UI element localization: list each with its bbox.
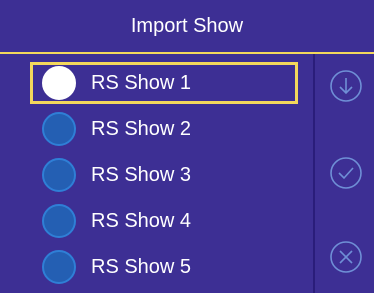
show-label: RS Show 4	[91, 209, 192, 232]
confirm-button[interactable]	[329, 156, 363, 190]
cancel-button[interactable]	[329, 240, 363, 274]
dialog-header: Import Show	[0, 0, 374, 54]
show-item-4[interactable]: RS Show 4	[30, 200, 298, 242]
show-label: RS Show 5	[91, 255, 192, 278]
show-list: RS Show 1 RS Show 2 RS Show 3 RS Show 4 …	[0, 54, 315, 293]
show-label: RS Show 2	[91, 117, 192, 140]
radio-button[interactable]	[42, 158, 76, 192]
show-item-5[interactable]: RS Show 5	[30, 246, 298, 288]
action-sidebar	[315, 54, 374, 293]
page-title: Import Show	[130, 14, 244, 37]
show-label: RS Show 1	[91, 71, 192, 94]
radio-button[interactable]	[42, 66, 76, 100]
close-circle-icon	[330, 241, 362, 273]
radio-button[interactable]	[42, 204, 76, 238]
show-item-2[interactable]: RS Show 2	[30, 108, 298, 150]
show-label: RS Show 3	[91, 163, 192, 186]
radio-button[interactable]	[42, 112, 76, 146]
show-item-3[interactable]: RS Show 3	[30, 154, 298, 196]
download-circle-icon	[330, 70, 362, 102]
check-circle-icon	[330, 157, 362, 189]
radio-button[interactable]	[42, 250, 76, 284]
show-item-1[interactable]: RS Show 1	[30, 62, 298, 104]
import-button[interactable]	[329, 69, 363, 103]
